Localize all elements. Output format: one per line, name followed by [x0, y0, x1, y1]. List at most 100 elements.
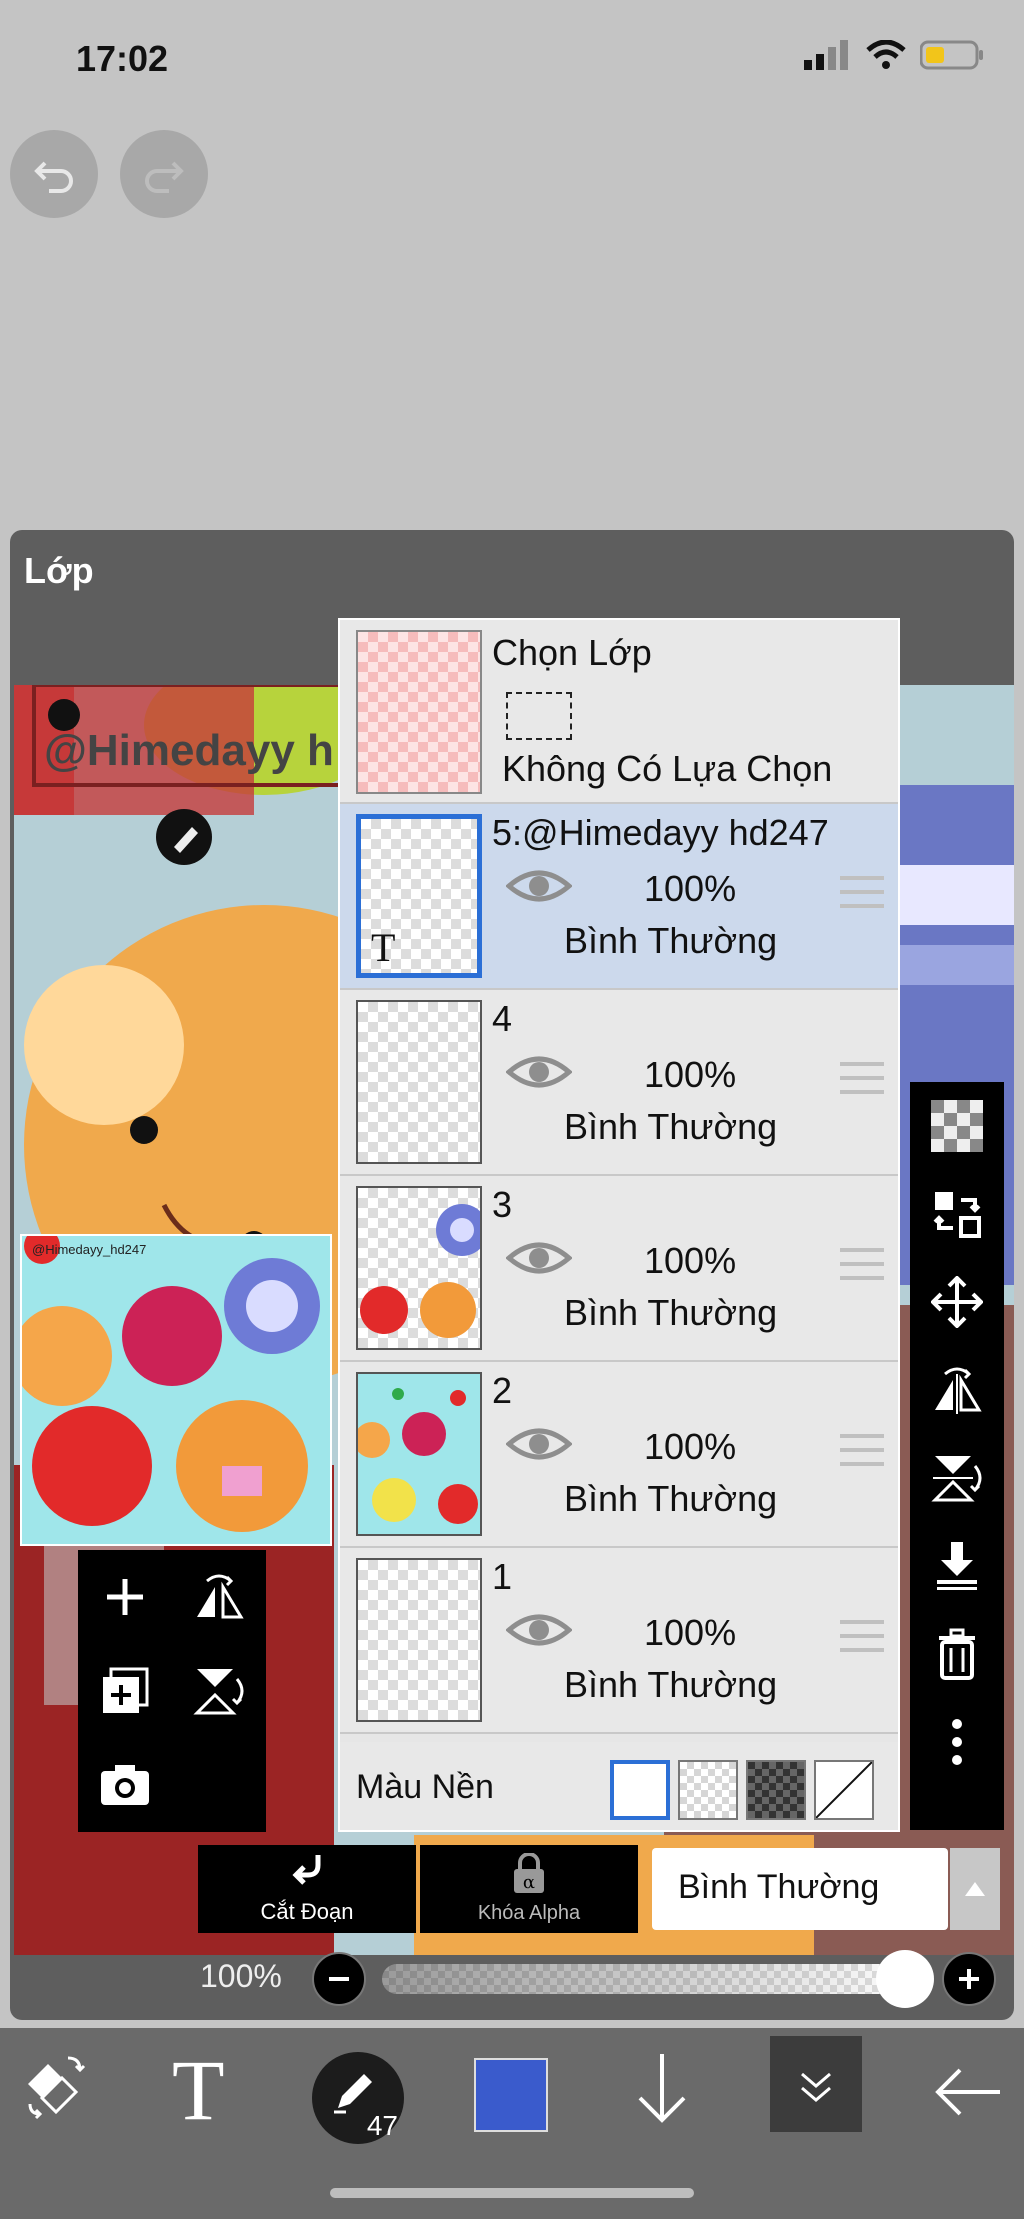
opacity-increase-button[interactable] [942, 1952, 996, 2006]
text-tool-button[interactable]: T [172, 2040, 225, 2140]
clip-arrow-icon [292, 1855, 321, 1885]
flip-vertical-button[interactable] [910, 1434, 1004, 1522]
layer-thumbnail-2 [356, 1372, 482, 1536]
undo-button[interactable] [10, 130, 98, 218]
pen-icon [334, 2074, 372, 2114]
layer-blend-mode: Bình Thường [564, 1478, 778, 1519]
visibility-eye-icon[interactable] [506, 1238, 572, 1278]
camera-button[interactable] [78, 1738, 172, 1832]
layer-blend-mode: Bình Thường [564, 920, 778, 961]
layer-row-3[interactable]: 3 100% Bình Thường [340, 1176, 898, 1362]
svg-text:α: α [523, 1872, 535, 1893]
drag-handle-icon[interactable] [840, 1248, 884, 1290]
layer-opacity: 100% [644, 1240, 737, 1281]
cut-button[interactable]: Cắt Đoạn [198, 1845, 416, 1933]
layer-row-4[interactable]: 4 100% Bình Thường [340, 990, 898, 1176]
alpha-lock-button[interactable]: α Khóa Alpha [420, 1845, 638, 1933]
add-layer-button[interactable] [78, 1550, 172, 1644]
status-time: 17:02 [76, 38, 169, 79]
brush-tool-button[interactable]: 47 [312, 2052, 404, 2144]
lock-icon: α [514, 1853, 544, 1893]
selection-layer-row[interactable]: Chọn Lớp Không Có Lựa Chọn [340, 620, 898, 804]
right-toolbar [910, 1082, 1004, 1830]
blend-mode-value: Bình Thường [678, 1868, 880, 1906]
preview-watermark: @Himedayy_hd247 [32, 1242, 146, 1257]
swap-layers-button[interactable] [910, 1170, 1004, 1258]
checker-button[interactable] [910, 1082, 1004, 1170]
camera-icon [101, 1765, 149, 1805]
layer-2-art [358, 1374, 480, 1534]
current-color-swatch[interactable] [474, 2058, 548, 2132]
drag-handle-icon[interactable] [840, 1434, 884, 1476]
canvas-watermark: @Himedayy h [44, 726, 334, 775]
eraser-swap-icon [28, 2056, 86, 2120]
flip-layer-vertical-button[interactable] [172, 1644, 266, 1738]
merge-down-button[interactable] [910, 1522, 1004, 1610]
layer-thumbnail-1 [356, 1558, 482, 1722]
alpha-lock-label: Khóa Alpha [477, 1902, 581, 1924]
flip-horizontal-button[interactable] [910, 1346, 1004, 1434]
layer-blend-mode: Bình Thường [564, 1664, 778, 1705]
transform-tool-button[interactable] [18, 2044, 98, 2124]
checker-icon [931, 1100, 983, 1152]
drag-handle-icon[interactable] [840, 876, 884, 918]
selection-status: Không Có Lựa Chọn [502, 748, 833, 789]
layers-panel-toggle-button[interactable] [770, 2036, 862, 2132]
background-color-row: Màu Nền [340, 1742, 898, 1830]
add-layer-icon [107, 1579, 143, 1615]
blend-mode-dropdown-button[interactable] [950, 1848, 1000, 1930]
flip-layer-horizontal-button[interactable] [172, 1550, 266, 1644]
layer-name: 2 [492, 1370, 513, 1411]
status-icons [804, 40, 984, 70]
text-layer-icon: T [371, 925, 396, 970]
triangle-up-icon [965, 1882, 985, 1896]
layer-opacity: 100% [644, 1426, 737, 1467]
layer-list: Chọn Lớp Không Có Lựa Chọn T 5:@Himedayy… [338, 618, 900, 1832]
bg-transparent-swatch[interactable] [678, 1760, 738, 1820]
redo-icon [145, 161, 184, 193]
panel-title: Lớp [24, 550, 94, 591]
opacity-slider[interactable] [382, 1964, 922, 1994]
opacity-decrease-button[interactable] [312, 1952, 366, 2006]
flip-layer-horizontal-icon [197, 1574, 244, 1619]
back-button[interactable] [930, 2054, 1006, 2130]
layer-thumbnail-5: T [356, 814, 482, 978]
layer-row-1[interactable]: 1 100% Bình Thường [340, 1548, 898, 1734]
layer-opacity: 100% [644, 868, 737, 909]
move-icon [931, 1276, 983, 1328]
cut-label: Cắt Đoạn [260, 1899, 354, 1924]
redo-button[interactable] [120, 130, 208, 218]
layer-opacity: 100% [644, 1054, 737, 1095]
drag-handle-icon[interactable] [840, 1620, 884, 1662]
drag-handle-icon[interactable] [840, 1062, 884, 1104]
layer-row-2[interactable]: 2 100% Bình Thường [340, 1362, 898, 1548]
trash-icon [939, 1628, 975, 1680]
selection-thumbnail [356, 630, 482, 794]
visibility-eye-icon[interactable] [506, 1424, 572, 1464]
blend-mode-select[interactable]: Bình Thường [652, 1848, 948, 1930]
bg-dark-checker-swatch[interactable] [746, 1760, 806, 1820]
visibility-eye-icon[interactable] [506, 1610, 572, 1650]
delete-layer-button[interactable] [910, 1610, 1004, 1698]
selection-title: Chọn Lớp [492, 632, 652, 673]
opacity-slider-knob[interactable] [876, 1950, 934, 2008]
layer-thumbnail-4 [356, 1000, 482, 1164]
move-button[interactable] [910, 1258, 1004, 1346]
layer-row-5[interactable]: T 5:@Himedayy hd247 100% Bình Thường [340, 804, 898, 990]
duplicate-layer-button[interactable] [78, 1644, 172, 1738]
bg-white-swatch[interactable] [610, 1760, 670, 1820]
layer-blend-mode: Bình Thường [564, 1292, 778, 1333]
visibility-eye-icon[interactable] [506, 866, 572, 906]
layer-thumbnail-3 [356, 1186, 482, 1350]
layer-3-art [360, 1204, 480, 1338]
arrow-left-icon [935, 2068, 1000, 2116]
more-options-button[interactable] [910, 1698, 1004, 1786]
bg-none-swatch[interactable] [814, 1760, 874, 1820]
visibility-eye-icon[interactable] [506, 1052, 572, 1092]
flip-layer-vertical-icon [193, 1669, 244, 1715]
flip-vertical-icon [931, 1456, 982, 1502]
layer-down-button[interactable] [626, 2044, 698, 2134]
layer-name: 5:@Himedayy hd247 [492, 812, 829, 853]
wifi-icon [866, 40, 906, 69]
bottom-toolbar: T 47 [0, 2028, 1024, 2219]
